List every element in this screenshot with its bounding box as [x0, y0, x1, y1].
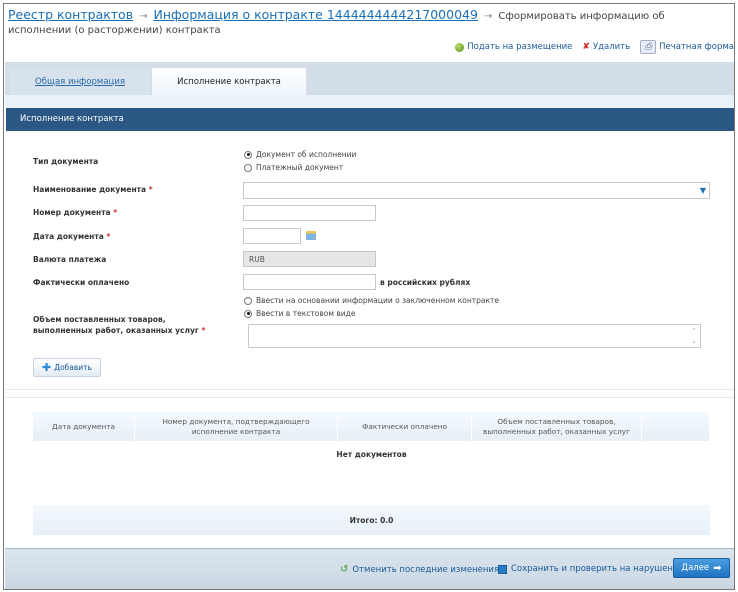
radio-execution-document[interactable]: Документ об исполнении	[244, 150, 356, 159]
currency-label: Валюта платежа	[33, 255, 107, 264]
action-bar: Подать на размещение ✘ Удалить ⎙ Печатная …	[455, 40, 734, 54]
next-button[interactable]: Далее ➡	[673, 558, 730, 578]
col-doc-date: Дата документа	[33, 412, 135, 441]
save-check-button[interactable]: Сохранить и проверить на нарушения	[498, 564, 684, 574]
scroll-arrows-icon[interactable]: ⌃ ⌄	[691, 326, 697, 346]
calendar-icon[interactable]	[306, 231, 316, 240]
chevron-down-icon[interactable]: ▼	[700, 186, 706, 195]
delete-button[interactable]: ✘ Удалить	[582, 42, 630, 52]
currency-field: RUB	[243, 251, 376, 267]
undo-icon: ↺	[340, 564, 349, 575]
volume-textarea[interactable]: ⌃ ⌄	[248, 324, 701, 348]
print-button[interactable]: ⎙ Печатная форма	[640, 40, 734, 54]
breadcrumb: Реестр контрактов → Информация о контракте…	[8, 8, 728, 38]
radio-icon	[244, 309, 252, 318]
divider	[6, 389, 734, 390]
tab-contract-execution[interactable]: Исполнение контракта	[152, 68, 306, 95]
volume-label: Объем поставленных товаров, выполненных …	[33, 315, 206, 335]
doc-name-label: Наименование документа *	[33, 185, 153, 194]
col-volume: Объем поставленных товаров, выполненных …	[472, 412, 642, 441]
breadcrumb-contracts-registry[interactable]: Реестр контрактов	[8, 7, 133, 22]
close-icon: ✘	[582, 42, 590, 52]
arrow-right-icon: ➡	[713, 562, 722, 574]
check-circle-icon	[455, 42, 465, 52]
divider	[6, 397, 734, 398]
plus-icon: ✚	[42, 361, 52, 374]
doc-number-label: Номер документа *	[33, 208, 118, 217]
table-empty-message: Нет документов	[336, 450, 407, 459]
undo-button[interactable]: ↺ Отменить последние изменения	[340, 564, 499, 575]
doc-number-input[interactable]	[243, 205, 376, 221]
col-paid: Фактически оплачено	[338, 412, 472, 441]
doc-type-label: Тип документа	[33, 157, 99, 166]
paid-suffix: в российских рублях	[380, 278, 471, 287]
radio-icon	[244, 150, 252, 159]
save-icon	[498, 564, 507, 574]
tab-strip	[5, 95, 734, 108]
paid-label: Фактически оплачено	[33, 278, 130, 287]
col-doc-number: Номер документа, подтверждающего исполне…	[135, 412, 338, 441]
doc-date-input[interactable]	[243, 228, 301, 244]
radio-payment-document[interactable]: Платежный документ	[244, 163, 343, 172]
radio-icon	[244, 163, 252, 172]
table-total: Итого: 0.0	[33, 505, 710, 535]
paid-input[interactable]	[243, 274, 376, 290]
radio-volume-text[interactable]: Ввести в текстовом виде	[244, 309, 355, 318]
tab-general-info[interactable]: Общая информация	[10, 68, 150, 95]
doc-name-select[interactable]: ▼	[243, 182, 710, 199]
add-button[interactable]: ✚ Добавить	[33, 358, 101, 377]
doc-date-label: Дата документа *	[33, 232, 111, 241]
publish-button[interactable]: Подать на размещение	[455, 42, 572, 52]
col-actions	[642, 412, 710, 441]
radio-volume-from-contract[interactable]: Ввести на основании информации о заключе…	[244, 296, 499, 305]
arrow-icon: →	[483, 11, 493, 22]
printer-icon: ⎙	[640, 40, 657, 54]
breadcrumb-contract-info[interactable]: Информация о контракте 14444444442170000…	[153, 7, 477, 22]
radio-icon	[244, 296, 252, 305]
arrow-icon: →	[139, 11, 148, 22]
section-header: Исполнение контракта	[6, 108, 734, 131]
